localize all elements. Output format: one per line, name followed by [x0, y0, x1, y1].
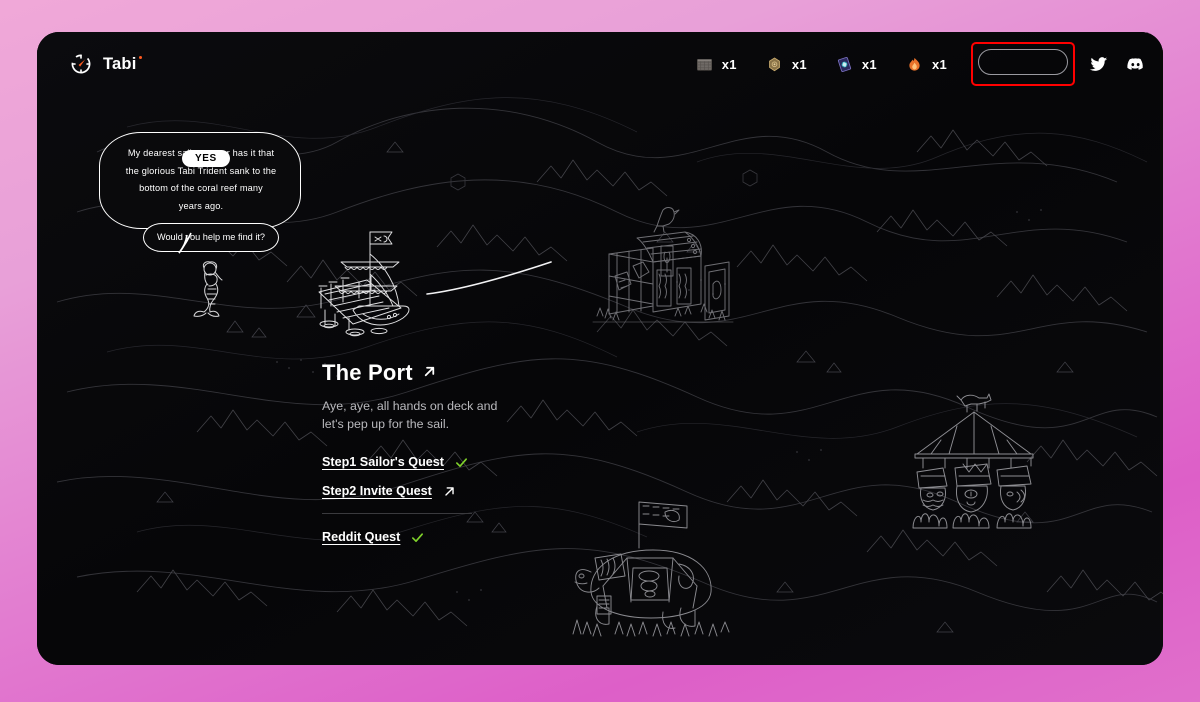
- quest-step-label: Step1 Sailor's Quest: [322, 455, 444, 470]
- map-background: [37, 32, 1163, 665]
- card-icon: [835, 55, 854, 74]
- twitter-icon: [1089, 55, 1108, 74]
- inventory-count: x1: [861, 56, 877, 72]
- quest-description: Aye, aye, all hands on deck and let's pe…: [322, 399, 498, 431]
- inventory-item-flame[interactable]: x1: [905, 55, 947, 74]
- compass-icon: [69, 52, 93, 76]
- brand-accent-dot: [138, 55, 142, 59]
- chest-icon: [695, 55, 714, 74]
- ship-illustration: [315, 214, 443, 340]
- bubble-tail-icon: [177, 232, 193, 254]
- check-icon: [455, 456, 467, 468]
- quest-step-sailors[interactable]: Step1 Sailor's Quest: [322, 455, 467, 469]
- yes-button[interactable]: YES: [182, 150, 230, 167]
- route-path-line: [425, 260, 553, 296]
- inventory-item-card[interactable]: x1: [835, 55, 877, 74]
- brand-logo[interactable]: Tabi: [69, 52, 142, 76]
- quest-divider: [322, 513, 472, 515]
- turtle-illustration: [569, 496, 735, 638]
- dialogue-text-box: My dearest sailor, rumor has it that the…: [99, 132, 301, 229]
- quest-step-label: Step2 Invite Quest: [322, 484, 432, 499]
- check-icon: [411, 531, 424, 543]
- brand-name-text: Tabi: [103, 54, 137, 73]
- inventory-count: x1: [931, 56, 947, 72]
- dialogue-question-box: Would you help me find it?: [143, 222, 279, 253]
- inventory-count: x1: [721, 56, 737, 72]
- market-stall-illustration: [589, 204, 737, 334]
- app-window: Tabi x1 x1 x1 x1 My dearest has it that …: [37, 32, 1163, 665]
- topbar: Tabi x1 x1 x1 x1: [37, 32, 1163, 96]
- quest-title-row[interactable]: The Port: [322, 360, 552, 386]
- discord-link[interactable]: [1126, 55, 1145, 74]
- inventory-item-chest[interactable]: x1: [695, 55, 737, 74]
- connect-wallet-highlight: [971, 42, 1075, 86]
- twitter-link[interactable]: [1089, 55, 1108, 74]
- quest-step-label: Reddit Quest: [322, 530, 401, 545]
- arrow-up-right-icon: [421, 360, 438, 386]
- dialogue-line: bottom of the coral reef many: [139, 183, 263, 194]
- discord-icon: [1126, 55, 1145, 74]
- flame-icon: [905, 55, 924, 74]
- page-title: The Port: [322, 360, 413, 385]
- quest-extra-reddit[interactable]: Reddit Quest: [322, 530, 424, 545]
- dialogue-question: Would you help me find it?: [156, 231, 266, 242]
- brand-name: Tabi: [103, 54, 142, 74]
- connect-wallet-button[interactable]: [978, 49, 1068, 75]
- dialogue-line: years ago.: [178, 200, 224, 211]
- quest-step-invite[interactable]: Step2 Invite Quest: [322, 484, 455, 498]
- inventory-count: x1: [791, 56, 807, 72]
- quest-step-list: Step1 Sailor's Quest Step2 Invite Quest: [322, 455, 552, 544]
- arrow-up-right-icon: [443, 485, 455, 497]
- carousel-illustration: [899, 390, 1049, 530]
- amulet-icon: [765, 55, 784, 74]
- mermaid-illustration: [192, 260, 240, 318]
- quest-panel: The Port Aye, aye, all hands on deck and…: [322, 360, 552, 559]
- inventory-bar: x1 x1 x1 x1: [695, 55, 947, 74]
- inventory-item-amulet[interactable]: x1: [765, 55, 807, 74]
- social-links: [1089, 55, 1145, 74]
